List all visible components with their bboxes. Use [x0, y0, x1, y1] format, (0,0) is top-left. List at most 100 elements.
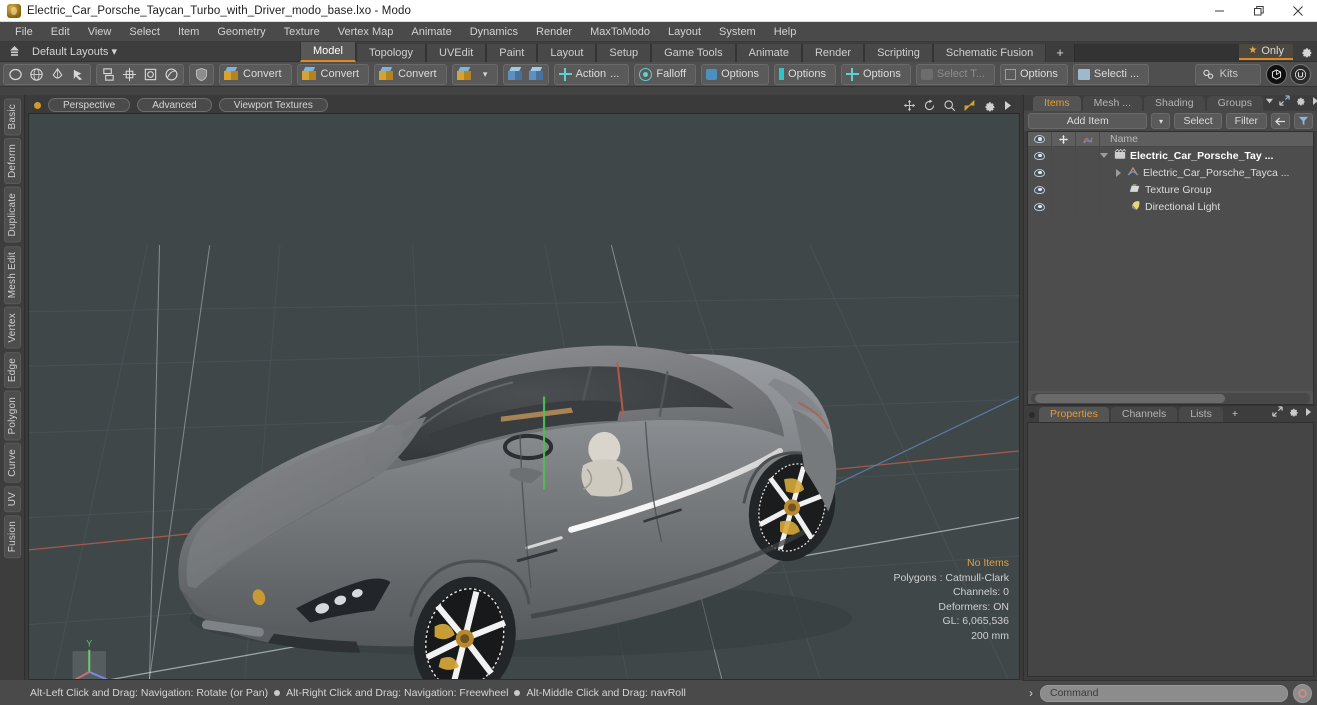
menu-texture[interactable]: Texture [275, 22, 329, 42]
component-mode-icon[interactable] [526, 65, 547, 84]
convert-mesh-button[interactable]: Convert [219, 63, 292, 85]
select-button[interactable]: Select [1174, 113, 1222, 129]
add-item-dropdown[interactable]: ▾ [1151, 113, 1171, 129]
convert-static-mesh-button[interactable]: Convert [296, 63, 370, 85]
tab-properties[interactable]: Properties [1039, 407, 1109, 422]
tab-game-tools[interactable]: Game Tools [651, 43, 736, 62]
3d-viewport[interactable]: Y No Items Polygons : Catmull-Clark Chan… [28, 113, 1020, 680]
viewport-expand-arrow-icon[interactable] [1003, 100, 1012, 111]
menu-file[interactable]: File [6, 22, 42, 42]
row-shading-toggle[interactable] [1076, 198, 1100, 215]
falloff-button[interactable]: Falloff [634, 63, 697, 85]
panel-gear-icon[interactable] [1295, 95, 1306, 109]
pan-icon[interactable] [903, 99, 916, 112]
table-row[interactable]: Directional Light [1028, 198, 1313, 215]
select-through-button[interactable]: Select T... [915, 63, 995, 85]
props-gear-icon[interactable] [1288, 406, 1299, 420]
unreal-engine-icon[interactable] [1290, 63, 1311, 85]
viewport-shading-dropdown[interactable]: Advanced [137, 98, 212, 112]
expand-triangle-icon[interactable] [1100, 153, 1108, 158]
panel-arrow-right-icon[interactable] [1311, 96, 1317, 109]
props-arrow-right-icon[interactable] [1304, 407, 1312, 420]
bevel-tool-icon[interactable] [140, 65, 161, 84]
menu-geometry[interactable]: Geometry [208, 22, 274, 42]
command-input[interactable]: Command [1040, 684, 1288, 702]
panel-popout-icon[interactable] [1279, 95, 1290, 109]
item-list-horizontal-scrollbar[interactable] [1031, 393, 1310, 404]
record-macro-icon[interactable] [1293, 683, 1312, 703]
tab-items[interactable]: Items [1033, 96, 1081, 111]
menu-dynamics[interactable]: Dynamics [461, 22, 527, 42]
maximize-button[interactable] [1239, 0, 1278, 22]
workplane-options-button[interactable]: Options [774, 63, 836, 85]
row-lock-toggle[interactable] [1052, 147, 1076, 164]
row-shading-toggle[interactable] [1076, 147, 1100, 164]
tab-scripting[interactable]: Scripting [864, 43, 933, 62]
add-item-button[interactable]: Add Item [1028, 113, 1148, 129]
arrow-left-icon[interactable] [1271, 113, 1290, 129]
tool-tab-edge[interactable]: Edge [3, 351, 21, 388]
pen-tool-icon[interactable] [68, 65, 89, 84]
viewport-textures-dropdown[interactable]: Viewport Textures [218, 98, 328, 112]
list-item-directional-light[interactable]: Directional Light [1100, 200, 1220, 214]
symmetry-options-button[interactable]: Options [840, 63, 911, 85]
menu-vertex-map[interactable]: Vertex Map [329, 22, 403, 42]
kits-button[interactable]: Kits [1194, 63, 1261, 85]
menu-help[interactable]: Help [765, 22, 806, 42]
fit-icon[interactable] [963, 99, 976, 112]
menu-select[interactable]: Select [120, 22, 169, 42]
funnel-filter-icon[interactable] [1294, 113, 1313, 129]
tab-topology[interactable]: Topology [355, 43, 427, 62]
menu-animate[interactable]: Animate [402, 22, 460, 42]
snapping-options-button[interactable]: Options [701, 63, 770, 85]
menu-system[interactable]: System [710, 22, 765, 42]
tab-animate[interactable]: Animate [735, 43, 802, 62]
tool-tab-deform[interactable]: Deform [3, 138, 21, 185]
add-layout-tab-button[interactable]: + [1046, 43, 1074, 62]
menu-layout[interactable]: Layout [659, 22, 710, 42]
scrollbar-thumb[interactable] [1035, 394, 1225, 403]
tool-tab-uv[interactable]: UV [3, 486, 21, 513]
tab-shading[interactable]: Shading [1144, 96, 1205, 111]
home-layout-icon[interactable] [6, 44, 22, 60]
row-visibility-toggle[interactable] [1028, 181, 1052, 198]
list-item-texture-group[interactable]: Texture Group [1100, 183, 1212, 197]
teardrop-tool-icon[interactable] [47, 65, 68, 84]
item-list[interactable]: Name Electric_Car_Porsche_Tay ... Electr… [1027, 131, 1314, 405]
ellipsoid-tool-icon[interactable] [5, 65, 26, 84]
row-visibility-toggle[interactable] [1028, 164, 1052, 181]
sphere-tool-icon[interactable] [26, 65, 47, 84]
tab-paint[interactable]: Paint [486, 43, 538, 62]
selection-sets-button[interactable]: Selecti ... [1072, 63, 1150, 85]
props-active-dot[interactable] [1029, 412, 1035, 418]
tab-layout[interactable]: Layout [537, 43, 597, 62]
tab-channels[interactable]: Channels [1110, 407, 1178, 422]
tab-schematic-fusion[interactable]: Schematic Fusion [932, 43, 1047, 62]
panel-caret-down-icon[interactable] [1265, 96, 1274, 108]
list-item-mesh[interactable]: Electric_Car_Porsche_Tayca ... [1100, 166, 1289, 180]
tab-render[interactable]: Render [801, 43, 865, 62]
tool-tab-duplicate[interactable]: Duplicate [3, 187, 21, 243]
rotate-icon[interactable] [923, 98, 936, 112]
tab-mesh[interactable]: Mesh ... [1082, 96, 1143, 111]
row-lock-toggle[interactable] [1052, 164, 1076, 181]
menu-maxtomodo[interactable]: MaxToModo [581, 22, 659, 42]
menu-edit[interactable]: Edit [42, 22, 79, 42]
tab-lists[interactable]: Lists [1179, 407, 1223, 422]
menu-item[interactable]: Item [169, 22, 208, 42]
table-row[interactable]: Texture Group [1028, 181, 1313, 198]
tool-tab-fusion[interactable]: Fusion [3, 515, 21, 559]
shield-icon[interactable] [191, 65, 212, 84]
convert-dropdown-caret[interactable]: ▾ [475, 65, 496, 84]
only-toggle-button[interactable]: ★ Only [1239, 43, 1293, 60]
close-button[interactable] [1278, 0, 1317, 22]
convert-type-cube-icon[interactable] [454, 65, 475, 84]
row-lock-toggle[interactable] [1052, 198, 1076, 215]
tool-tab-curve[interactable]: Curve [3, 443, 21, 484]
filter-button[interactable]: Filter [1225, 113, 1267, 129]
row-visibility-toggle[interactable] [1028, 198, 1052, 215]
row-lock-toggle[interactable] [1052, 181, 1076, 198]
list-item-scene[interactable]: Electric_Car_Porsche_Tay ... [1100, 148, 1273, 163]
viewport-projection-dropdown[interactable]: Perspective [48, 98, 131, 112]
convert-procedural-button[interactable]: Convert [374, 63, 447, 85]
